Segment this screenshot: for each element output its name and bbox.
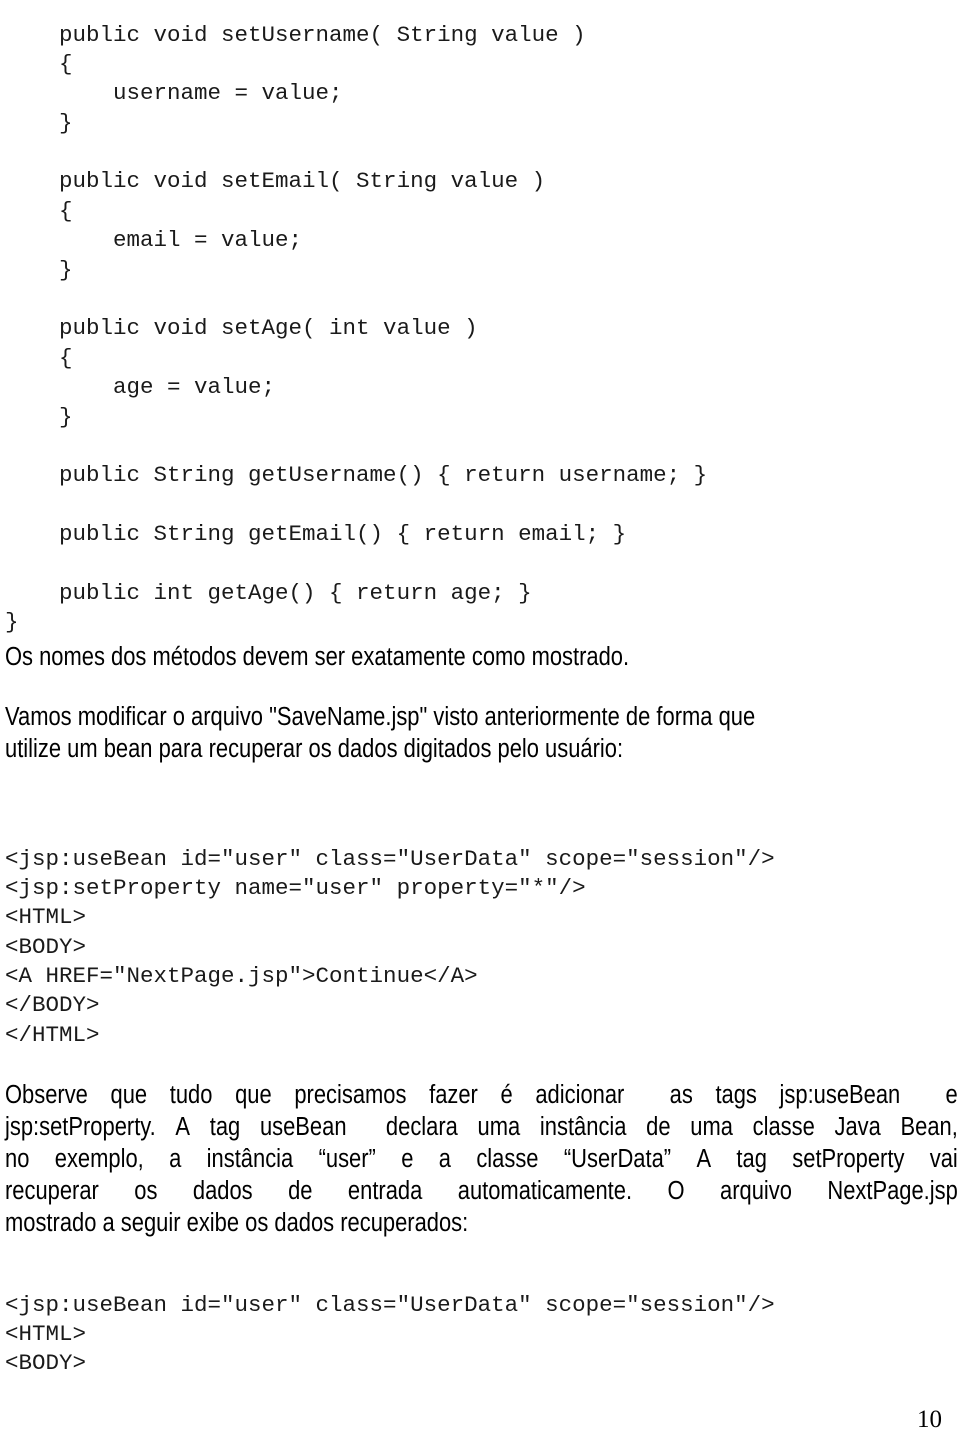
explanation-word: tags — [715, 1081, 757, 1109]
code-line: email = value; — [5, 227, 303, 254]
code-line: age = value; — [5, 374, 276, 401]
code-line: public String getEmail() { return email;… — [5, 521, 627, 548]
explanation-line-1: Observe que tudo que precisamos fazer é adicion… — [5, 1079, 958, 1111]
explanation-word: exemplo, — [54, 1145, 144, 1173]
explanation-word: O — [667, 1177, 685, 1205]
explanation-word: que — [110, 1081, 148, 1109]
code-line: { — [5, 344, 73, 371]
explanation-word: fazer — [429, 1081, 478, 1109]
explanation-line-2: jsp:setProperty. Atag useBean declara uma ins… — [5, 1111, 958, 1143]
explanation-word: os — [134, 1177, 158, 1205]
explanation-line-5: mostrado a seguir exibe os dados recuper… — [5, 1207, 958, 1239]
explanation-word: recuperar — [5, 1177, 99, 1205]
explanation-word: precisamos — [294, 1081, 407, 1109]
savename-intro-line-1: Vamos modificar o arquivo "SaveName.jsp"… — [5, 703, 756, 731]
explanation-word: de — [646, 1113, 671, 1141]
explanation-word: Observe — [5, 1081, 88, 1109]
explanation-word: que — [235, 1081, 272, 1109]
methods-naming-note-line: Os nomes dos métodos devem ser exatament… — [5, 643, 630, 671]
explanation-word: tudo — [169, 1081, 213, 1109]
code-line: <jsp:setProperty name="user" property="*… — [5, 874, 586, 901]
explanation-word: “user” — [318, 1145, 376, 1173]
page-number: 10 — [917, 1406, 942, 1433]
explanation-word: instância — [206, 1145, 294, 1173]
explanation-word: useBean — [259, 1113, 347, 1141]
code-line: <jsp:useBean id="user" class="UserData" … — [5, 845, 775, 872]
explanation-word: uma — [477, 1113, 521, 1141]
code-line: } — [5, 109, 73, 136]
explanation-word: jsp:setProperty. — [5, 1113, 156, 1141]
explanation-line-3: no exemplo, a instância “user” e a classe “UserD… — [5, 1143, 958, 1175]
nextpage-jsp-code-block: <jsp:useBean id="user" class="UserData" … — [5, 1291, 775, 1379]
explanation-word: declara — [385, 1113, 458, 1141]
explanation-word: de — [288, 1177, 313, 1205]
document-page: public void setUsername( String value ) … — [0, 0, 960, 1446]
code-line: public void setEmail( String value ) — [5, 168, 546, 195]
code-line: public void setAge( int value ) — [5, 315, 478, 342]
explanation-word: A — [696, 1145, 712, 1173]
savename-intro-paragraph: Vamos modificar o arquivo "SaveName.jsp"… — [5, 701, 960, 765]
methods-naming-note: Os nomes dos métodos devem ser exatament… — [5, 641, 960, 673]
explanation-word: dados — [192, 1177, 253, 1205]
explanation-word: vai — [929, 1145, 958, 1173]
explanation-word: automaticamente. — [457, 1177, 633, 1205]
code-line: <HTML> — [5, 904, 87, 931]
explanation-word: uma — [690, 1113, 733, 1141]
explanation-word: classe — [752, 1113, 815, 1141]
code-line: { — [5, 50, 73, 77]
explanation-word: e — [401, 1145, 414, 1173]
explanation-word: jsp:useBean — [779, 1081, 901, 1109]
explanation-word: a — [169, 1145, 182, 1173]
explanation-word: a — [438, 1145, 451, 1173]
explanation-word: NextPage.jsp — [827, 1177, 958, 1205]
code-line: } — [5, 256, 73, 283]
explanation-word: A — [175, 1113, 191, 1141]
savename-intro-line-2: utilize um bean para recuperar os dados … — [5, 735, 624, 763]
code-line: public void setUsername( String value ) — [5, 21, 586, 48]
code-line: <BODY> — [5, 1350, 87, 1377]
code-line: public String getUsername() { return use… — [5, 462, 708, 489]
explanation-word: tag — [209, 1113, 241, 1141]
explanation-word: as — [669, 1081, 693, 1109]
explanation-word: Bean, — [900, 1113, 958, 1141]
code-line: <jsp:useBean id="user" class="UserData" … — [5, 1291, 775, 1318]
explanation-word: entrada — [347, 1177, 423, 1205]
code-line: username = value; — [5, 80, 343, 107]
code-line: <A HREF="NextPage.jsp">Continue</A> — [5, 963, 478, 990]
usebean-explanation-paragraph: Observe que tudo que precisamos fazer é adicion… — [5, 1079, 958, 1239]
explanation-word: é — [500, 1081, 513, 1109]
code-line: <BODY> — [5, 933, 87, 960]
explanation-line-4: recuperar os dados de entrada automaticamente… — [5, 1175, 958, 1207]
code-line: } — [5, 609, 19, 636]
explanation-word: tag — [736, 1145, 767, 1173]
explanation-word: classe — [476, 1145, 539, 1173]
explanation-word: instância — [539, 1113, 627, 1141]
explanation-word: adicionar — [535, 1081, 625, 1109]
savename-jsp-code-block: <jsp:useBean id="user" class="UserData" … — [5, 845, 775, 1051]
code-line: </BODY> — [5, 992, 100, 1019]
code-line: </HTML> — [5, 1021, 100, 1048]
explanation-word: “UserData” — [563, 1145, 672, 1173]
code-line: public int getAge() { return age; } — [5, 579, 532, 606]
explanation-word: Java — [834, 1113, 881, 1141]
explanation-word: setProperty — [792, 1145, 905, 1173]
java-methods-code-block: public void setUsername( String value ) … — [5, 21, 707, 638]
code-line: } — [5, 403, 73, 430]
explanation-word: no — [5, 1145, 30, 1173]
explanation-line-5-text: mostrado a seguir exibe os dados recuper… — [5, 1209, 469, 1237]
explanation-word: e — [945, 1081, 958, 1109]
code-line: { — [5, 197, 73, 224]
code-line: <HTML> — [5, 1320, 87, 1347]
explanation-word: arquivo — [720, 1177, 792, 1205]
